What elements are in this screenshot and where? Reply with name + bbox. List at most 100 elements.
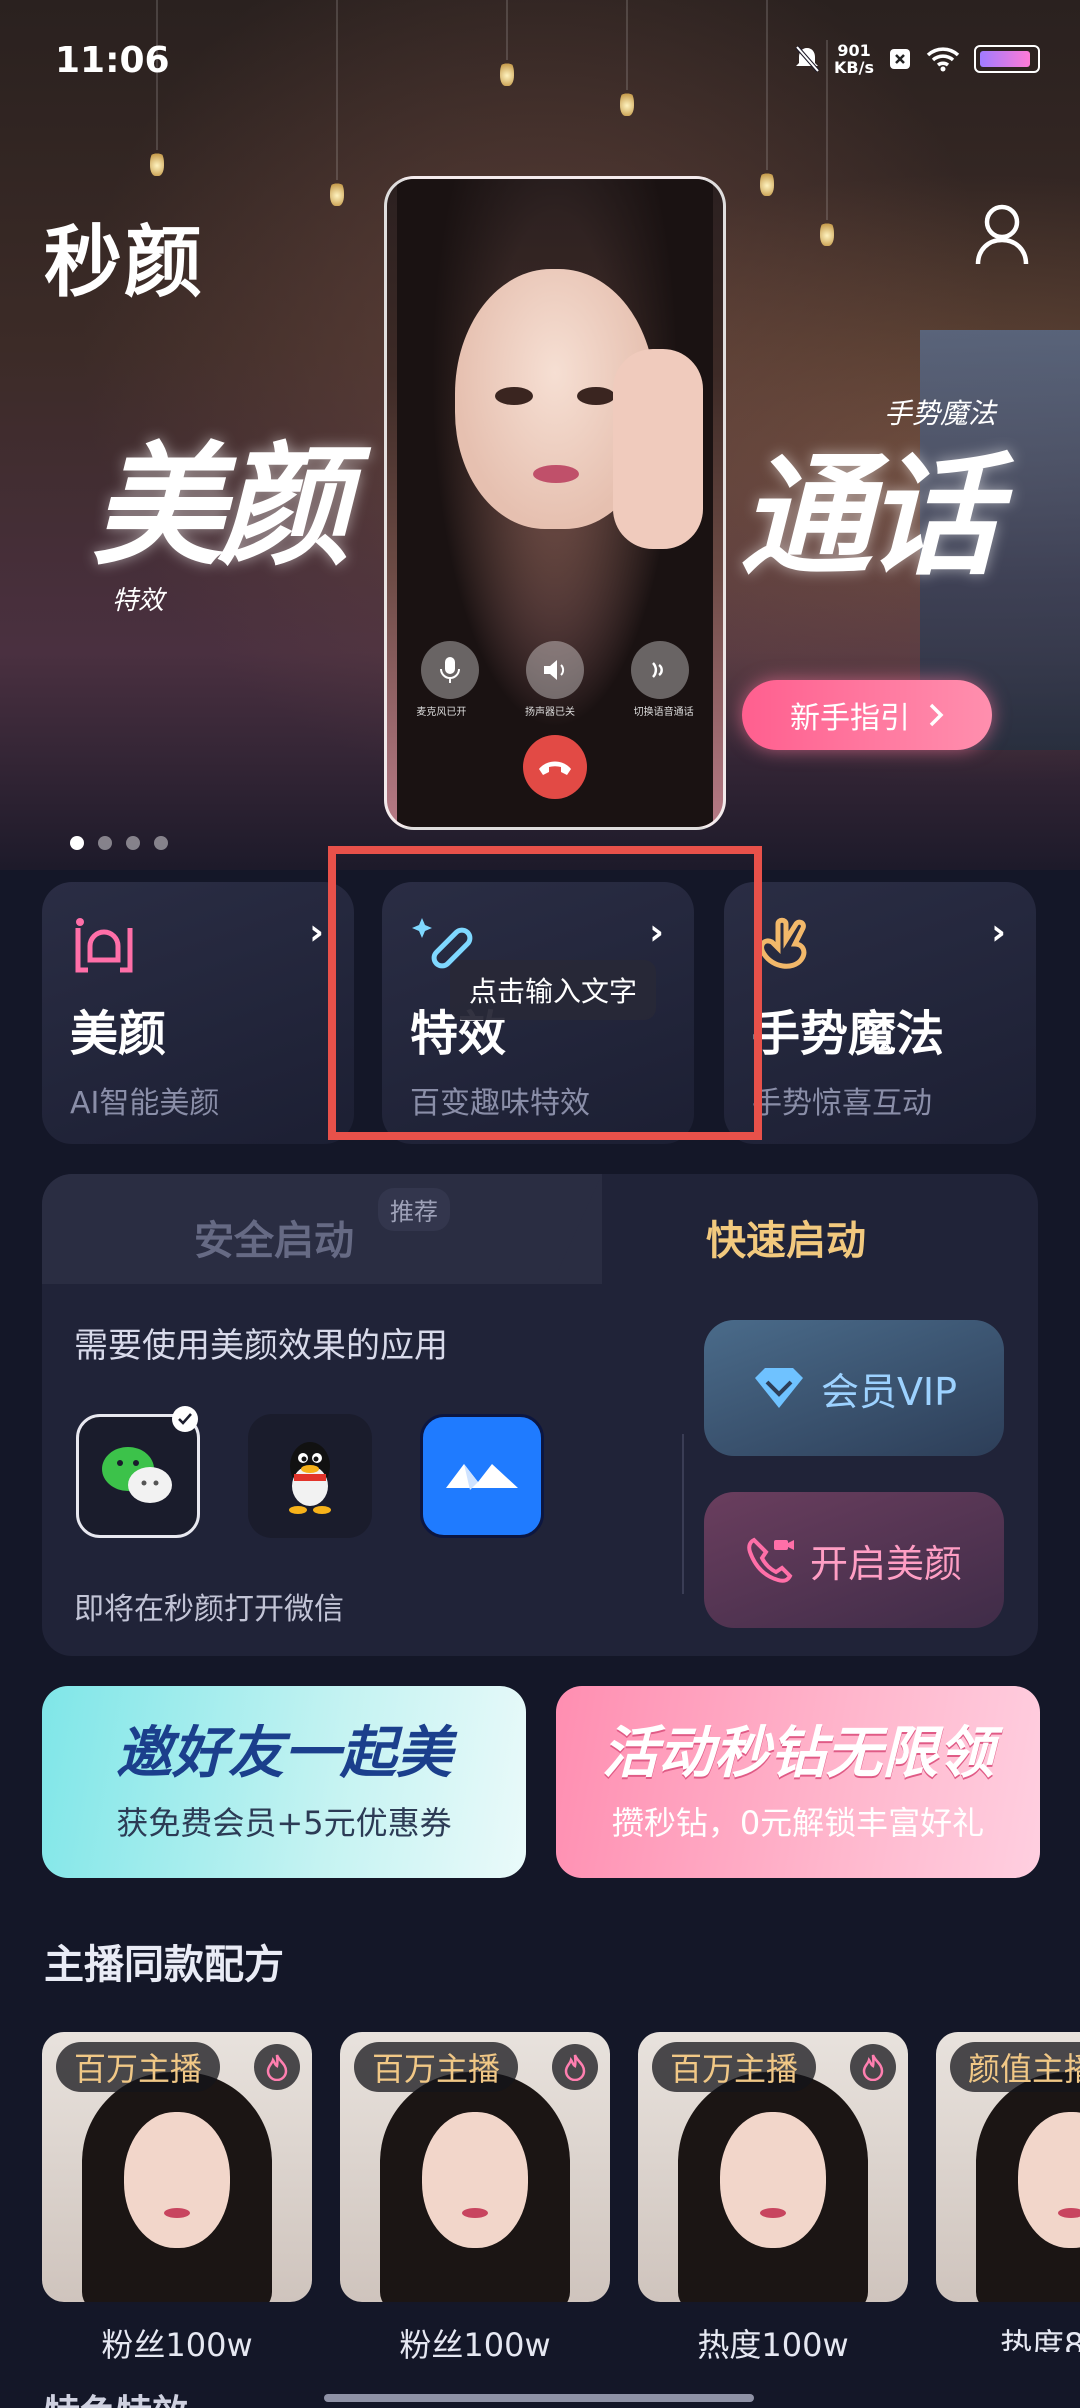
network-speed: 901 KB/s <box>834 42 874 76</box>
portrait-eye <box>495 387 533 405</box>
lamp-decoration <box>330 0 344 206</box>
call-controls <box>387 641 723 699</box>
hero-left-tag: 特效 <box>112 586 165 616</box>
hero-right-heading: 通话 <box>740 440 998 594</box>
streamer-card[interactable]: 颜值主播 热度8 <box>936 2032 1080 2352</box>
hero-banner[interactable]: 11:06 901 KB/s 秒颜 美颜 特效 通话 手势魔法 麦克风已开 扬声… <box>0 0 1080 870</box>
mic-button <box>420 641 479 699</box>
status-time: 11:06 <box>55 40 170 81</box>
hero-left-heading: 美颜 <box>92 430 350 584</box>
panel-divider <box>682 1434 684 1594</box>
streamer-badge: 百万主播 <box>56 2042 221 2092</box>
hero-right-tag: 手势魔法 <box>884 397 997 430</box>
portrait-lips <box>533 465 579 483</box>
streamer-lips <box>462 2208 488 2218</box>
feature-card-beauty[interactable]: › 美颜 AI智能美颜 <box>42 882 354 1144</box>
streamer-badge: 百万主播 <box>652 2042 817 2092</box>
flame-icon <box>552 2044 598 2090</box>
tab-safe-launch[interactable]: 安全启动 <box>194 1208 354 1266</box>
flame-icon <box>254 2044 300 2090</box>
open-app-hint: 即将在秒颜打开微信 <box>74 1592 344 1627</box>
qq-penguin-icon <box>289 1442 331 1514</box>
feature-subtitle: AI智能美颜 <box>70 1086 220 1121</box>
status-icons: 901 KB/s <box>794 42 1040 76</box>
speaker-icon <box>543 660 565 680</box>
lamp-decoration <box>820 40 834 246</box>
app-wechat[interactable] <box>76 1414 200 1538</box>
streamer-photo: 百万主播 <box>42 2032 312 2302</box>
voice-call-button <box>631 641 690 699</box>
selected-check-icon <box>172 1406 198 1432</box>
beauty-face-icon <box>75 918 133 973</box>
tab-divider-shape <box>522 1174 602 1284</box>
voice-switch-icon <box>652 662 664 678</box>
hang-up-icon <box>539 761 571 775</box>
streamer-caption: 粉丝100w <box>399 2326 551 2364</box>
carousel-indicator <box>70 836 168 850</box>
chevron-right-icon <box>929 703 944 727</box>
feature-card-gesture[interactable]: › 手势魔法 手势惊喜互动 <box>724 882 1036 1144</box>
streamer-caption: 粉丝100w <box>101 2326 253 2364</box>
streamer-face <box>124 2112 230 2248</box>
streamer-face <box>720 2112 826 2248</box>
streamer-face <box>422 2112 528 2248</box>
video-call-icon <box>747 1537 794 1583</box>
battery-icon <box>974 45 1040 73</box>
chevron-right-icon: › <box>991 912 1006 953</box>
promo-subtitle: 攒秒钻，0元解锁丰富好礼 <box>611 1804 985 1842</box>
user-profile-icon[interactable] <box>974 202 1030 266</box>
streamer-lips <box>1058 2208 1080 2218</box>
flame-icon <box>850 2044 896 2090</box>
start-beauty-button[interactable]: 开启美颜 <box>704 1492 1004 1628</box>
streamer-card[interactable]: 百万主播 热度100w <box>638 2032 908 2364</box>
streamer-card[interactable]: 百万主播 粉丝100w <box>42 2032 312 2364</box>
recommend-badge: 推荐 <box>378 1188 450 1231</box>
tab-fast-launch[interactable]: 快速启动 <box>706 1208 866 1266</box>
highlight-box <box>328 846 762 1140</box>
phone-call-preview: 麦克风已开 扬声器已关 切换语音通话 <box>384 176 726 830</box>
home-indicator[interactable] <box>324 2394 754 2402</box>
streamer-badge: 颜值主播 <box>950 2042 1080 2092</box>
sim-icon <box>890 49 910 69</box>
chevron-right-icon: › <box>309 912 324 953</box>
streamer-lips <box>760 2208 786 2218</box>
diamond-event-banner[interactable]: 活动秒钻无限领 攒秒钻，0元解锁丰富好礼 <box>556 1686 1040 1878</box>
next-section-title: 特色特效 <box>44 2384 188 2408</box>
lamp-decoration <box>150 0 164 176</box>
voice-call-label: 切换语音通话 <box>633 707 694 718</box>
portrait-hand <box>613 349 703 549</box>
promo-subtitle: 获免费会员+5元优惠券 <box>116 1804 452 1842</box>
carousel-dot <box>98 836 112 850</box>
streamer-lips <box>164 2208 190 2218</box>
invite-friends-banner[interactable]: 邀好友一起美 获免费会员+5元优惠券 <box>42 1686 526 1878</box>
app-tencent-meeting[interactable] <box>420 1414 544 1538</box>
feature-subtitle: 手势惊喜互动 <box>752 1086 932 1121</box>
speaker-label: 扬声器已关 <box>524 707 575 718</box>
streamer-caption: 热度100w <box>697 2326 849 2364</box>
app-qq[interactable] <box>248 1414 372 1538</box>
beginner-guide-button[interactable]: 新手指引 <box>742 680 992 750</box>
call-control-labels: 麦克风已开 扬声器已关 切换语音通话 <box>387 703 723 718</box>
network-speed-value: 901 <box>837 41 871 60</box>
start-beauty-label: 开启美颜 <box>809 1541 962 1586</box>
vip-button[interactable]: 会员VIP <box>704 1320 1004 1456</box>
streamer-card[interactable]: 百万主播 粉丝100w <box>340 2032 610 2364</box>
launch-panel: 安全启动 推荐 快速启动 需要使用美颜效果的应用 即将在秒颜打开微信 会员VIP… <box>42 1174 1038 1656</box>
streamer-photo: 颜值主播 <box>936 2032 1080 2302</box>
promo-title: 邀好友一起美 <box>116 1721 452 1786</box>
streamer-photo: 百万主播 <box>638 2032 908 2302</box>
hang-up-button <box>523 735 587 799</box>
carousel-dot-active <box>70 836 84 850</box>
portrait-eye <box>577 387 615 405</box>
carousel-dot <box>126 836 140 850</box>
diamond-icon <box>754 1368 803 1408</box>
streamer-photo: 百万主播 <box>340 2032 610 2302</box>
promo-title: 活动秒钻无限领 <box>602 1721 994 1786</box>
feature-title: 手势魔法 <box>752 1006 945 1062</box>
microphone-icon <box>439 657 460 683</box>
app-title: 秒颜 <box>44 218 205 308</box>
beginner-guide-label: 新手指引 <box>790 701 910 736</box>
meeting-icon <box>446 1464 518 1490</box>
wifi-icon <box>926 47 960 72</box>
section-title: 主播同款配方 <box>44 1942 284 1988</box>
